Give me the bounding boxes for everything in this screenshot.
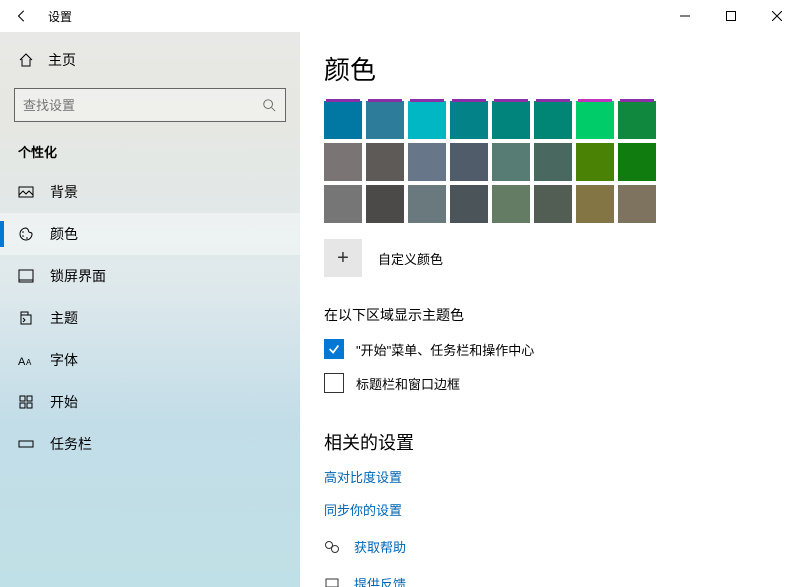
home-label: 主页: [48, 50, 76, 70]
svg-text:A: A: [26, 358, 32, 367]
related-settings-title: 相关的设置: [324, 429, 776, 455]
color-swatch[interactable]: [492, 185, 530, 223]
page-title: 颜色: [324, 50, 776, 87]
feedback-link[interactable]: 提供反馈: [324, 574, 776, 587]
nav-label: 字体: [50, 350, 78, 370]
start-icon: [18, 394, 34, 410]
sidebar-item-colors[interactable]: 颜色: [0, 213, 300, 255]
home-nav[interactable]: 主页: [0, 40, 300, 80]
color-swatch[interactable]: [576, 143, 614, 181]
color-swatch[interactable]: [324, 101, 362, 139]
link-sync-settings[interactable]: 同步你的设置: [324, 500, 776, 519]
color-swatch[interactable]: [324, 185, 362, 223]
sidebar-item-taskbar[interactable]: 任务栏: [0, 423, 300, 465]
feedback-icon: [324, 576, 340, 587]
link-high-contrast[interactable]: 高对比度设置: [324, 467, 776, 486]
sidebar-item-fonts[interactable]: AA 字体: [0, 339, 300, 381]
palette-icon: [18, 226, 34, 242]
checkbox-start-taskbar[interactable]: "开始"菜单、任务栏和操作中心: [324, 339, 776, 359]
main-content: 颜色 + 自定义颜色 在以下区域显示主题色 "开始"菜单、任务栏和操作中心 标题…: [300, 32, 800, 587]
color-swatch[interactable]: [366, 101, 404, 139]
color-swatch[interactable]: [450, 101, 488, 139]
custom-color-button[interactable]: +: [324, 239, 362, 277]
search-input[interactable]: [23, 98, 261, 113]
help-label: 获取帮助: [354, 537, 406, 556]
checkbox-icon: [324, 373, 344, 393]
feedback-label: 提供反馈: [354, 574, 406, 587]
color-swatch[interactable]: [576, 185, 614, 223]
nav-label: 颜色: [50, 224, 78, 244]
window-title: 设置: [48, 8, 72, 25]
color-swatch[interactable]: [618, 143, 656, 181]
section-header: 个性化: [0, 136, 300, 171]
color-swatch[interactable]: [492, 101, 530, 139]
checkbox-label: 标题栏和窗口边框: [356, 374, 460, 393]
color-swatch[interactable]: [408, 143, 446, 181]
sidebar: 主页 个性化 背景 颜色 锁屏界面 主题 AA 字体 开始: [0, 32, 300, 587]
checkbox-label: "开始"菜单、任务栏和操作中心: [356, 340, 534, 359]
color-swatch[interactable]: [618, 185, 656, 223]
picture-icon: [18, 184, 34, 200]
color-swatch[interactable]: [324, 143, 362, 181]
color-swatch[interactable]: [408, 185, 446, 223]
accent-section-label: 在以下区域显示主题色: [324, 305, 776, 325]
close-button[interactable]: [754, 0, 800, 32]
search-icon: [261, 97, 277, 113]
taskbar-icon: [18, 436, 34, 452]
color-swatch[interactable]: [408, 101, 446, 139]
color-swatch[interactable]: [366, 143, 404, 181]
color-swatch[interactable]: [576, 101, 614, 139]
get-help-link[interactable]: 获取帮助: [324, 537, 776, 556]
color-swatch[interactable]: [492, 143, 530, 181]
color-swatch-grid: [324, 101, 776, 223]
color-swatch[interactable]: [534, 101, 572, 139]
color-swatch[interactable]: [534, 185, 572, 223]
help-icon: [324, 539, 340, 555]
sidebar-item-lockscreen[interactable]: 锁屏界面: [0, 255, 300, 297]
nav-label: 主题: [50, 308, 78, 328]
sidebar-item-start[interactable]: 开始: [0, 381, 300, 423]
maximize-button[interactable]: [708, 0, 754, 32]
font-icon: AA: [18, 352, 34, 368]
sidebar-item-background[interactable]: 背景: [0, 171, 300, 213]
color-swatch[interactable]: [450, 143, 488, 181]
color-swatch[interactable]: [618, 101, 656, 139]
theme-icon: [18, 310, 34, 326]
nav-label: 锁屏界面: [50, 266, 106, 286]
nav-label: 任务栏: [50, 434, 92, 454]
nav-label: 开始: [50, 392, 78, 412]
color-swatch[interactable]: [450, 185, 488, 223]
lockscreen-icon: [18, 268, 34, 284]
sidebar-item-themes[interactable]: 主题: [0, 297, 300, 339]
checkbox-icon: [324, 339, 344, 359]
nav-label: 背景: [50, 182, 78, 202]
svg-text:A: A: [18, 356, 26, 368]
custom-color-label: 自定义颜色: [378, 249, 443, 268]
color-swatch[interactable]: [366, 185, 404, 223]
back-button[interactable]: [8, 2, 36, 30]
home-icon: [18, 52, 34, 68]
search-box[interactable]: [14, 88, 286, 122]
color-swatch[interactable]: [534, 143, 572, 181]
checkbox-titlebars[interactable]: 标题栏和窗口边框: [324, 373, 776, 393]
minimize-button[interactable]: [662, 0, 708, 32]
